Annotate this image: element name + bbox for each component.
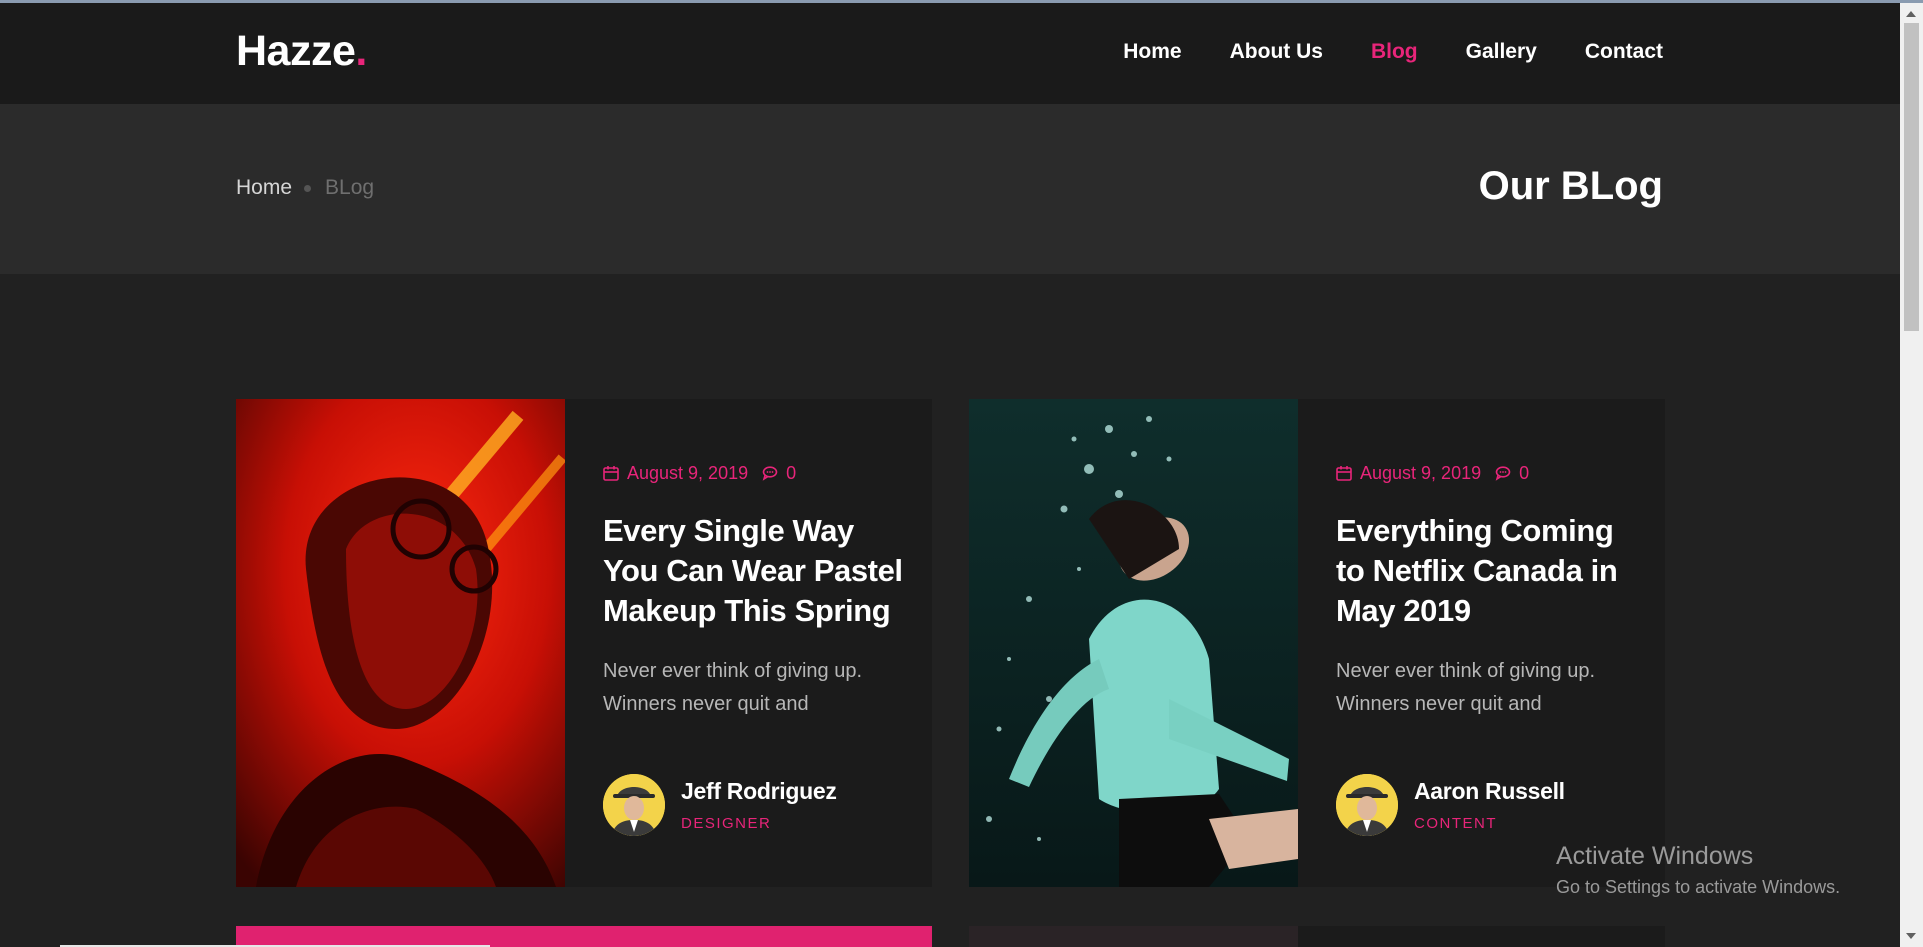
breadcrumb-separator xyxy=(304,184,312,192)
site-header: Hazze. Home About Us Blog Gallery Contac… xyxy=(0,3,1900,104)
breadcrumb: Home BLog xyxy=(236,176,374,200)
post-body: August 9, 2019 0 Every Single Way You Ca… xyxy=(603,461,903,721)
page-title: Our BLog xyxy=(1478,164,1663,208)
windows-activation-watermark: Activate Windows Go to Settings to activ… xyxy=(1556,842,1840,898)
logo-text: Hazze xyxy=(236,27,356,75)
logo-dot: . xyxy=(355,27,367,75)
calendar-icon xyxy=(1336,466,1352,481)
breadcrumb-current: BLog xyxy=(325,176,375,199)
watermark-line-1: Activate Windows xyxy=(1556,842,1754,870)
post-comments[interactable]: 0 xyxy=(1495,463,1529,484)
scroll-down-arrow-icon[interactable] xyxy=(1906,933,1916,939)
author-name[interactable]: Jeff Rodriguez xyxy=(681,778,837,805)
scroll-up-arrow-icon[interactable] xyxy=(1906,11,1916,17)
post-meta: August 9, 2019 0 xyxy=(603,461,903,485)
avatar xyxy=(1336,774,1398,836)
nav-home[interactable]: Home xyxy=(1123,40,1181,64)
post-title[interactable]: Every Single Way You Can Wear Pastel Mak… xyxy=(603,511,903,631)
blog-card: August 9, 2019 0 Every Single Way You Ca… xyxy=(236,399,932,887)
vertical-scrollbar[interactable] xyxy=(1900,3,1923,947)
nav-gallery[interactable]: Gallery xyxy=(1466,40,1537,64)
calendar-icon xyxy=(603,466,619,481)
page-banner: Home BLog Our BLog xyxy=(0,104,1900,274)
post-date[interactable]: August 9, 2019 xyxy=(627,463,748,484)
next-card-dark-top xyxy=(969,926,1665,947)
post-excerpt: Never ever think of giving up. Winners n… xyxy=(1336,660,1596,715)
main-nav: Home About Us Blog Gallery Contact xyxy=(1075,40,1663,64)
author-role: CONTENT xyxy=(1414,815,1497,832)
nav-contact[interactable]: Contact xyxy=(1585,40,1663,64)
post-meta: August 9, 2019 0 xyxy=(1336,461,1636,485)
post-date[interactable]: August 9, 2019 xyxy=(1360,463,1481,484)
post-image[interactable] xyxy=(236,399,565,887)
post-image[interactable] xyxy=(969,399,1298,887)
post-comments[interactable]: 0 xyxy=(762,463,796,484)
watermark-line-2: Go to Settings to activate Windows. xyxy=(1556,877,1841,897)
comment-icon xyxy=(762,466,778,481)
site-logo[interactable]: Hazze. xyxy=(236,27,367,76)
author-role: DESIGNER xyxy=(681,815,772,832)
post-author: Aaron Russell CONTENT xyxy=(1336,774,1565,836)
scrollbar-thumb[interactable] xyxy=(1904,23,1919,331)
comment-icon xyxy=(1495,466,1511,481)
post-author: Jeff Rodriguez DESIGNER xyxy=(603,774,837,836)
post-title[interactable]: Everything Coming to Netflix Canada in M… xyxy=(1336,511,1636,631)
next-card-pink-top xyxy=(236,926,932,947)
comment-count: 0 xyxy=(1519,462,1530,483)
next-post-image xyxy=(969,926,1298,947)
author-name[interactable]: Aaron Russell xyxy=(1414,778,1565,805)
blog-card: August 9, 2019 0 Everything Coming to Ne… xyxy=(969,399,1665,887)
post-body: August 9, 2019 0 Everything Coming to Ne… xyxy=(1336,461,1636,721)
nav-about-us[interactable]: About Us xyxy=(1230,40,1323,64)
avatar xyxy=(603,774,665,836)
nav-blog[interactable]: Blog xyxy=(1371,40,1418,64)
post-excerpt: Never ever think of giving up. Winners n… xyxy=(603,660,863,715)
breadcrumb-home[interactable]: Home xyxy=(236,176,292,200)
comment-count: 0 xyxy=(786,462,797,483)
